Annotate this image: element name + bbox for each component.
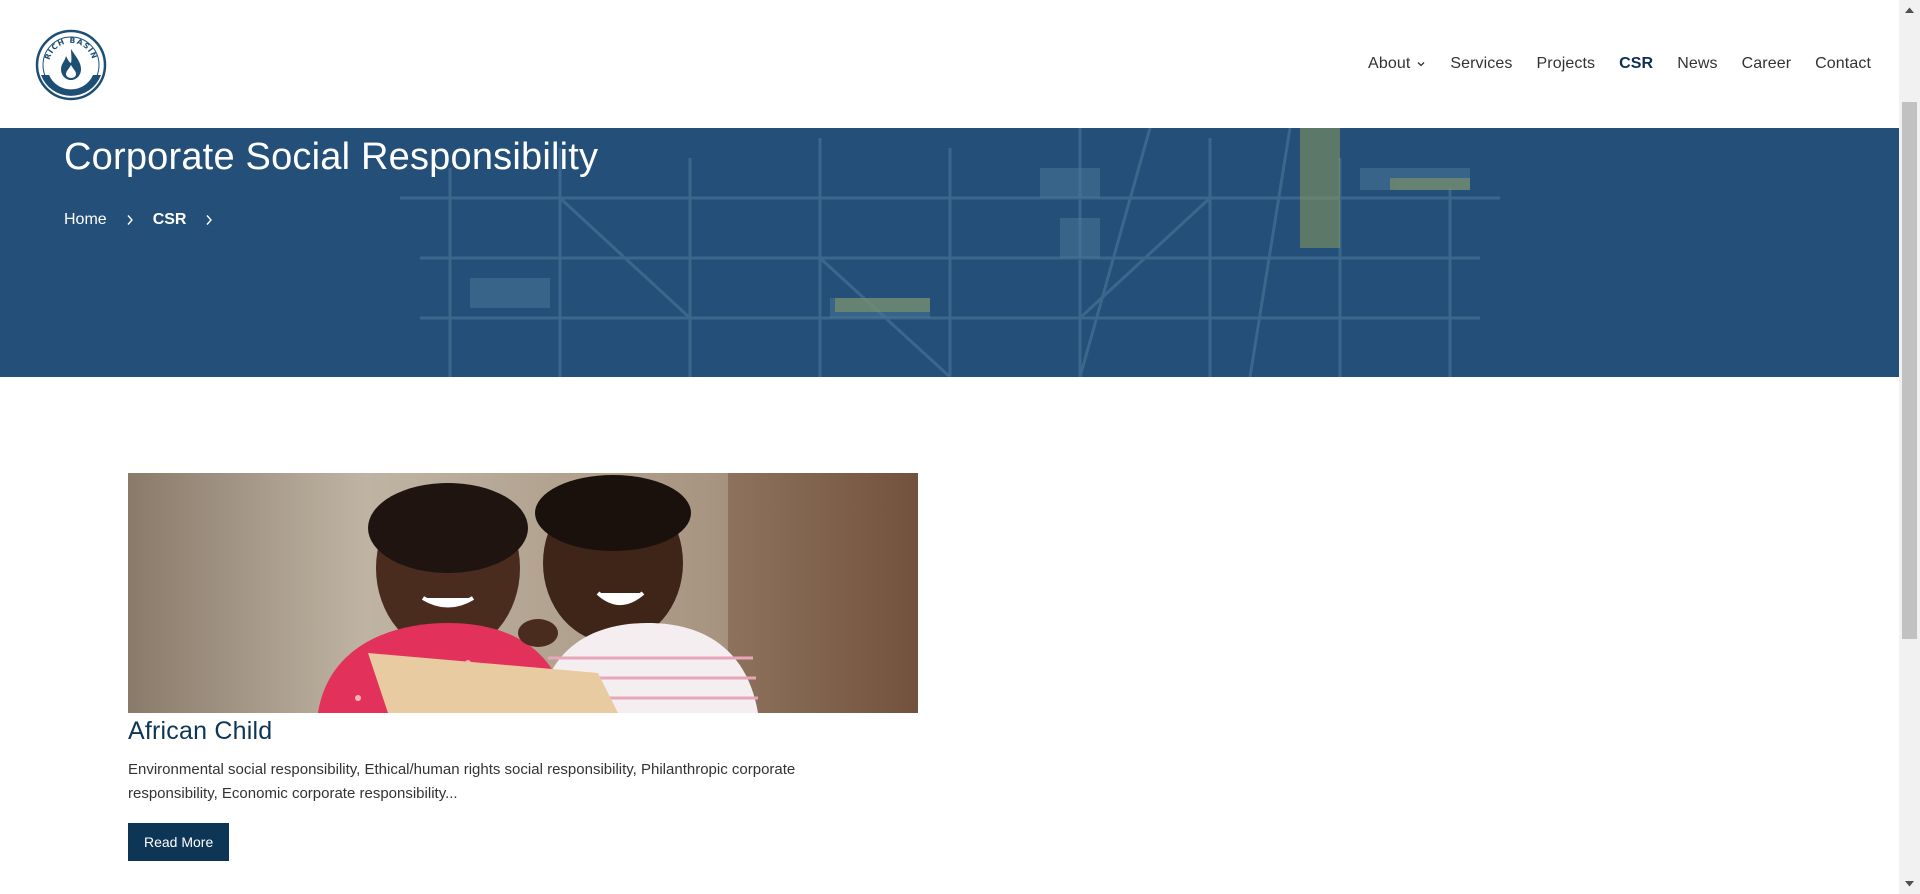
page-hero: Corporate Social Responsibility Home CSR xyxy=(0,128,1899,377)
nav-item-label: About xyxy=(1368,55,1411,72)
post-thumbnail-image[interactable] xyxy=(128,473,918,713)
scroll-down-arrow-icon[interactable] xyxy=(1904,880,1915,888)
site-header: RICH BASIN About Services Projects CSR N… xyxy=(0,0,1899,128)
post-card: African Child Environmental social respo… xyxy=(128,473,918,861)
site-logo[interactable]: RICH BASIN xyxy=(35,29,107,101)
nav-item-career[interactable]: Career xyxy=(1742,55,1792,73)
breadcrumb-home-link[interactable]: Home xyxy=(64,211,107,229)
chevron-right-icon xyxy=(127,215,133,225)
breadcrumb: Home CSR xyxy=(64,211,214,229)
nav-item-label: CSR xyxy=(1619,55,1654,72)
main-nav: About Services Projects CSR News Career … xyxy=(1368,0,1871,128)
chevron-right-icon xyxy=(206,215,213,225)
scrollbar-thumb[interactable] xyxy=(1902,102,1917,639)
nav-item-label: News xyxy=(1677,55,1718,72)
nav-item-label: Services xyxy=(1450,55,1513,72)
nav-item-contact[interactable]: Contact xyxy=(1815,55,1871,73)
nav-item-label: Projects xyxy=(1536,55,1596,72)
read-more-button[interactable]: Read More xyxy=(128,823,230,861)
post-title[interactable]: African Child xyxy=(128,717,918,746)
page-title: Corporate Social Responsibility xyxy=(64,136,599,178)
chevron-down-icon xyxy=(1417,62,1425,67)
nav-item-services[interactable]: Services xyxy=(1450,55,1512,73)
page-scrollbar[interactable] xyxy=(1899,0,1920,894)
nav-item-projects[interactable]: Projects xyxy=(1537,55,1596,73)
nav-item-csr[interactable]: CSR xyxy=(1619,55,1653,73)
scroll-up-arrow-icon[interactable] xyxy=(1904,6,1915,14)
nav-item-news[interactable]: News xyxy=(1677,55,1717,73)
nav-item-about[interactable]: About xyxy=(1368,55,1426,73)
nav-item-label: Contact xyxy=(1815,55,1871,72)
nav-item-label: Career xyxy=(1741,55,1792,72)
breadcrumb-current: CSR xyxy=(152,211,187,228)
post-excerpt: Environmental social responsibility, Eth… xyxy=(128,761,796,802)
